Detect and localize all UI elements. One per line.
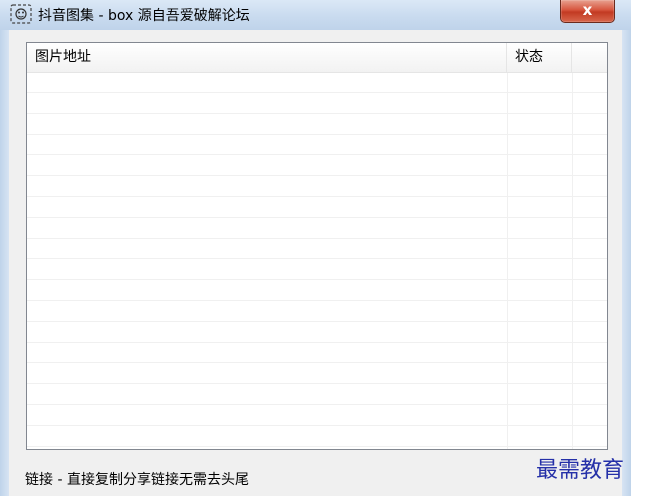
window-title: 抖音图集 - box 源自吾爱破解论坛 xyxy=(38,8,250,24)
column-divider xyxy=(507,73,508,449)
table-row[interactable] xyxy=(27,73,607,93)
list-header: 图片地址 状态 xyxy=(27,43,607,73)
table-row[interactable] xyxy=(27,135,607,156)
table-row[interactable] xyxy=(27,406,607,426)
title-bar[interactable]: 抖音图集 - box 源自吾爱破解论坛 x xyxy=(0,0,655,30)
table-row[interactable] xyxy=(27,219,607,239)
column-header-label: 图片地址 xyxy=(35,49,91,65)
window-frame-left xyxy=(0,30,9,496)
table-row[interactable] xyxy=(27,198,607,218)
table-row[interactable] xyxy=(27,302,607,322)
close-button[interactable]: x xyxy=(560,0,615,23)
table-row[interactable] xyxy=(27,323,607,343)
column-header-image-url[interactable]: 图片地址 xyxy=(27,43,507,72)
status-text: 链接 - 直接复制分享链接无需去头尾 xyxy=(25,472,249,488)
column-header-label: 状态 xyxy=(515,49,543,65)
table-row[interactable] xyxy=(27,343,607,364)
app-logo-icon xyxy=(10,4,32,24)
window-frame-right xyxy=(622,30,631,496)
image-url-list[interactable]: 图片地址 状态 xyxy=(26,42,608,450)
column-divider xyxy=(572,73,573,449)
table-row[interactable] xyxy=(27,281,607,301)
close-icon: x xyxy=(582,1,593,19)
watermark-text: 最需教育 xyxy=(536,458,625,483)
table-row[interactable] xyxy=(27,156,607,177)
column-header-filler xyxy=(572,43,607,72)
table-row[interactable] xyxy=(27,364,607,385)
window-client-area: 图片地址 状态 链接 - 直接复制分享链接无需去头尾 xyxy=(9,30,622,496)
table-row[interactable] xyxy=(27,94,607,114)
desktop-background xyxy=(631,0,655,496)
column-header-status[interactable]: 状态 xyxy=(507,43,572,72)
table-row[interactable] xyxy=(27,239,607,260)
table-row[interactable] xyxy=(27,385,607,405)
table-row[interactable] xyxy=(27,427,607,447)
table-row[interactable] xyxy=(27,115,607,135)
table-row[interactable] xyxy=(27,260,607,281)
status-bar: 链接 - 直接复制分享链接无需去头尾 xyxy=(9,464,622,496)
table-row[interactable] xyxy=(27,177,607,197)
